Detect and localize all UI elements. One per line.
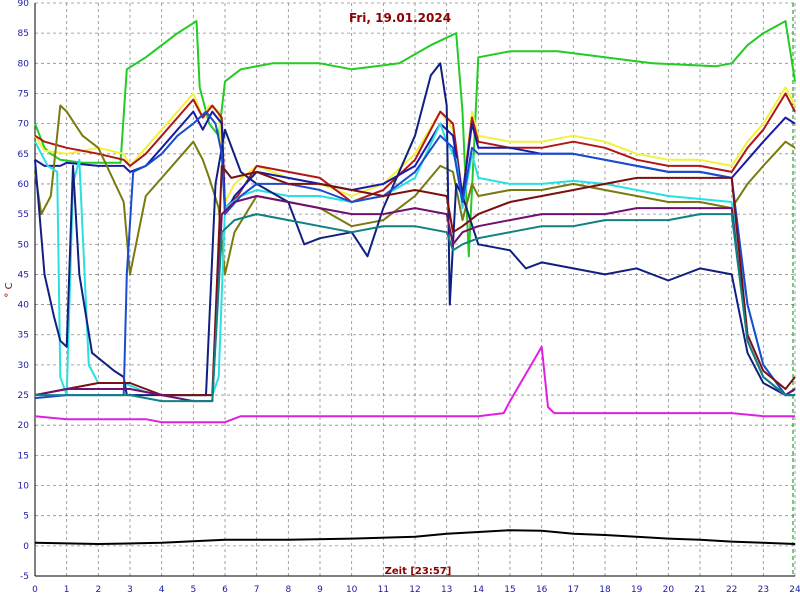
y-tick-label: 10 [18,482,30,492]
x-tick-label: 6 [222,585,228,595]
x-tick-label: 2 [95,585,101,595]
x-tick-label: 4 [159,585,165,595]
x-tick-label: 13 [441,585,452,595]
x-tick-label: 1 [64,585,70,595]
y-tick-label: 5 [23,512,29,522]
y-tick-label: 25 [18,391,29,401]
y-tick-label: 60 [18,180,30,190]
x-tick-label: 14 [473,585,485,595]
x-tick-label: 18 [599,585,611,595]
x-tick-label: 20 [663,585,675,595]
y-tick-label: 0 [23,542,29,552]
x-tick-label: 8 [285,585,291,595]
y-tick-label: 85 [18,29,29,39]
x-tick-label: 11 [378,585,389,595]
x-axis-label: Zeit [23:57] [385,566,452,577]
y-tick-label: 45 [18,270,29,280]
x-tick-label: 3 [127,585,133,595]
x-tick-label: 7 [254,585,260,595]
x-tick-label: 22 [726,585,737,595]
x-tick-label: 24 [789,585,800,595]
x-tick-label: 23 [758,585,769,595]
x-tick-label: 16 [536,585,548,595]
y-tick-label: 75 [18,89,29,99]
y-tick-label: 40 [18,301,30,311]
chart-background [0,0,800,600]
x-tick-label: 19 [631,585,643,595]
y-tick-label: 70 [18,120,30,130]
x-tick-label: 17 [568,585,579,595]
y-axis-label: ° C [4,282,15,297]
x-tick-label: 9 [317,585,323,595]
chart-title: Fri, 19.01.2024 [349,11,451,25]
x-tick-label: 0 [32,585,38,595]
line-chart: -5051015202530354045505560657075808590 0… [0,0,800,600]
x-tick-label: 15 [504,585,515,595]
y-tick-label: 30 [18,361,30,371]
y-tick-label: 50 [18,240,30,250]
y-tick-label: 15 [18,451,29,461]
x-tick-label: 21 [694,585,705,595]
x-tick-label: 10 [346,585,358,595]
y-tick-label: 90 [18,0,30,9]
x-tick-label: 5 [190,585,196,595]
y-tick-label: 80 [18,59,30,69]
y-tick-label: 65 [18,150,29,160]
y-tick-label: 55 [18,210,29,220]
x-tick-label: 12 [409,585,420,595]
y-tick-label: 20 [18,421,30,431]
y-tick-label: -5 [20,572,29,582]
y-tick-label: 35 [18,331,29,341]
